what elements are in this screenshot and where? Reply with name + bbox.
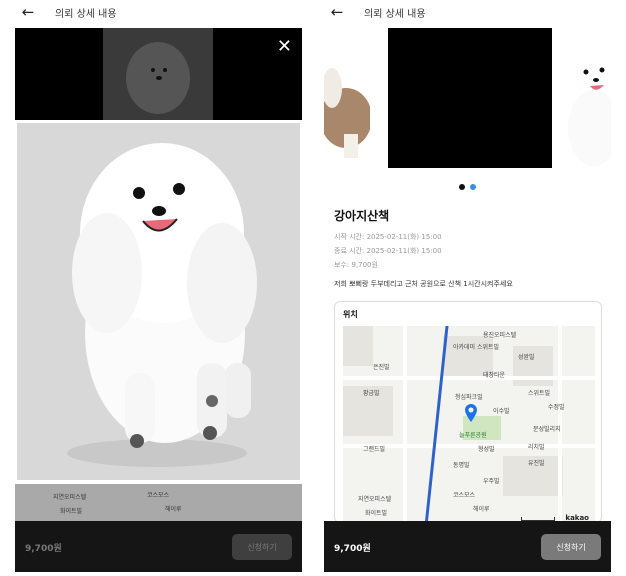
arrow-left-icon[interactable]: ← [19, 3, 37, 21]
map-label: 형성빌 [478, 446, 495, 453]
map-block [343, 326, 373, 366]
image-carousel[interactable] [324, 28, 611, 168]
map-label: 수정빌 [548, 404, 565, 411]
map-label: 화이트빌 [60, 508, 83, 515]
dimmed-carousel: ✕ [15, 28, 302, 120]
price-label: 9,700원 [334, 544, 371, 554]
map-label: 해이루 [473, 506, 490, 513]
close-icon[interactable]: ✕ [277, 36, 292, 57]
map-label: 해이루 [165, 506, 182, 513]
location-label: 위치 [343, 310, 358, 319]
request-description: 저희 뽀삐랑 두부데리고 근처 공원으로 산책 1시간시켜주세요 [334, 280, 513, 288]
top-bar: ← 의뢰 상세 내용 [15, 0, 302, 24]
map-label: 화이트빌 [365, 510, 388, 517]
dog-photo-fullscreen [17, 123, 300, 480]
map-label: 코스모스 [147, 492, 170, 499]
map-label: 아카데미 스위트빌 [453, 344, 500, 351]
map-label: 성완빌 [518, 354, 535, 361]
map-pin-icon[interactable] [465, 404, 477, 422]
map-label: 지연오피스텔 [358, 496, 392, 503]
map-road [403, 326, 407, 522]
carousel-dot[interactable] [459, 184, 465, 190]
location-card: 위치 용진오피스텔 아카데미 스위트빌 성완빌 은진빌 태창타운 황금빌 청심파… [334, 301, 602, 523]
map-label: 황금빌 [363, 390, 380, 397]
end-time: 종료 시간: 2025-02-11(화) 15:00 [334, 247, 442, 255]
map-label: 지연오피스텔 [53, 494, 87, 501]
page-title: 의뢰 상세 내용 [55, 8, 117, 20]
request-title: 강아지산책 [334, 209, 390, 223]
map-label: 우주빌 [483, 478, 500, 485]
map-label: 용진오피스텔 [483, 332, 517, 339]
map-label: 동명빌 [453, 462, 470, 469]
bottom-bar: 9,700원 신청하기 [15, 521, 302, 572]
map-label: 그랜드빌 [363, 446, 386, 453]
map-label: 리치빌 [528, 444, 545, 451]
carousel-indicator [324, 184, 611, 192]
map-label: 코스모스 [453, 492, 476, 499]
reward: 보수: 9,700원 [334, 261, 378, 269]
map-label: 이수빌 [493, 408, 510, 415]
carousel-slide-previous[interactable] [324, 48, 372, 168]
apply-button[interactable]: 신청하기 [541, 534, 601, 560]
map-label: 스위트빌 [528, 390, 551, 397]
right-screen: ← 의뢰 상세 내용 강아지산책 시작 시간: 2025-02-11(화) 15… [324, 0, 611, 576]
map-label: 유진빌 [528, 460, 545, 467]
map-river [424, 326, 449, 522]
map-label: 태창타운 [483, 372, 506, 379]
map-label: 은진빌 [373, 364, 390, 371]
location-map[interactable]: 용진오피스텔 아카데미 스위트빌 성완빌 은진빌 태창타운 황금빌 청심파크빌 … [343, 326, 595, 522]
map-label: 청심파크빌 [455, 394, 483, 401]
top-bar: ← 의뢰 상세 내용 [324, 0, 611, 24]
left-screen: ← 의뢰 상세 내용 ✕ 지연오피스텔 코스모스 화이트빌 해이루 9,700원… [15, 0, 302, 576]
map-label: 문성빌리지 [533, 426, 561, 433]
map-label-park: 늘푸른공원 [459, 432, 487, 439]
carousel-slide-next[interactable] [554, 28, 611, 168]
apply-button[interactable]: 신청하기 [232, 534, 292, 560]
bottom-bar: 9,700원 신청하기 [324, 521, 611, 572]
start-time: 시작 시간: 2025-02-11(화) 15:00 [334, 233, 442, 241]
carousel-slide-current[interactable] [388, 28, 552, 168]
carousel-dot-active[interactable] [470, 184, 476, 190]
dimmed-thumbnail [103, 28, 213, 120]
arrow-left-icon[interactable]: ← [328, 3, 346, 21]
price-label: 9,700원 [25, 544, 62, 554]
page-title: 의뢰 상세 내용 [364, 8, 426, 20]
map-peek: 지연오피스텔 코스모스 화이트빌 해이루 [15, 484, 302, 521]
